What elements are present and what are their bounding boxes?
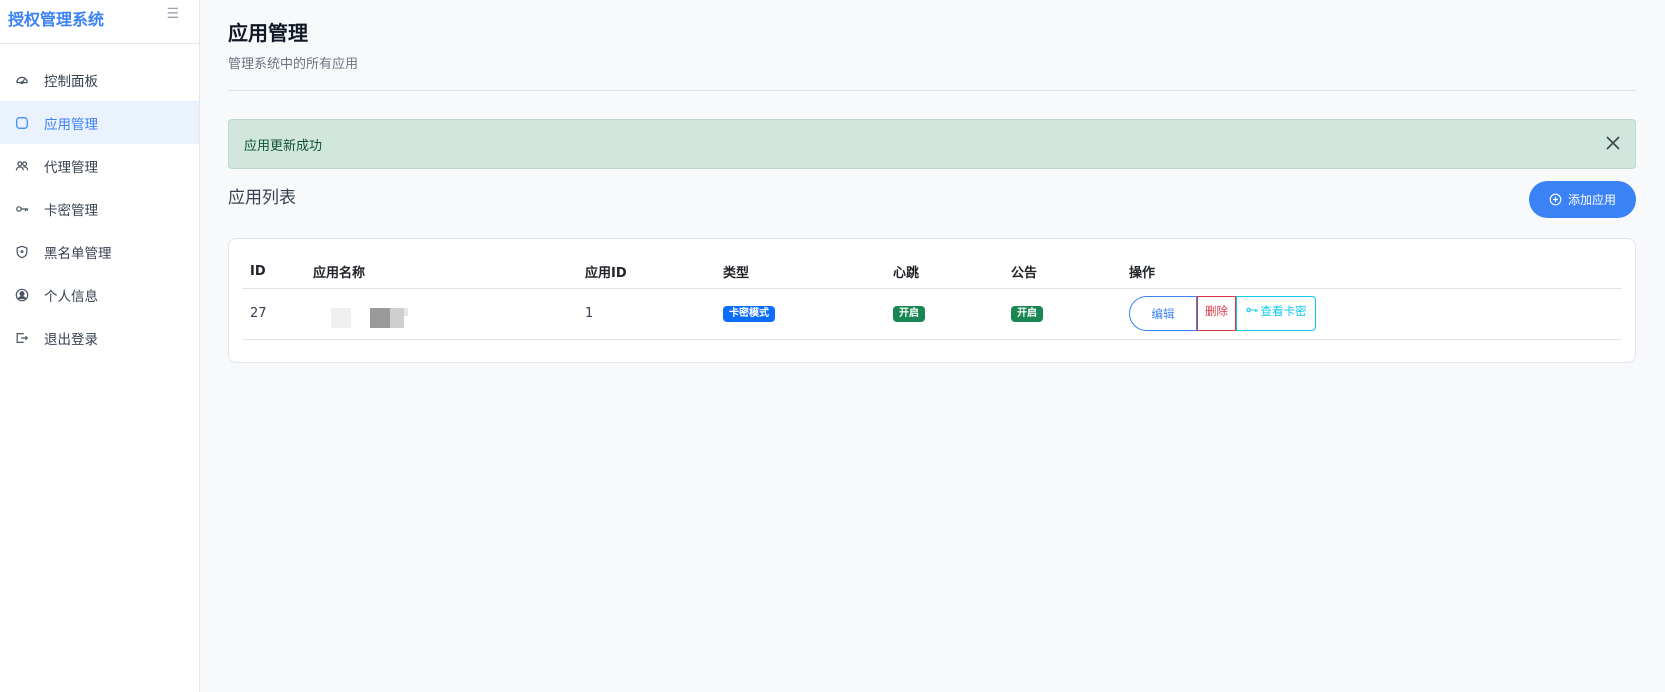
sidebar-item-profile[interactable]: 个人信息 — [0, 273, 199, 316]
app-table-card: ID 应用名称 应用ID 类型 心跳 公告 操作 27 1 卡密模式 开启 开启… — [228, 238, 1636, 363]
notice-badge: 开启 — [1011, 306, 1043, 322]
sidebar: 授权管理系统 ☰ 控制面板 应用管理 代理管理 卡密管理 黑名单管理 个人信息 … — [0, 0, 200, 692]
cell-app-name — [313, 288, 585, 340]
sidebar-item-dashboard[interactable]: 控制面板 — [0, 58, 199, 101]
sidebar-item-blacklist[interactable]: 黑名单管理 — [0, 230, 199, 273]
cell-app-id: 1 — [585, 288, 723, 340]
close-icon[interactable] — [1605, 135, 1623, 153]
key-icon — [14, 201, 30, 217]
cell-notice: 开启 — [1011, 288, 1129, 340]
shield-icon — [14, 244, 30, 260]
column-header-notice: 公告 — [1011, 255, 1129, 289]
list-header: 应用列表 添加应用 — [228, 181, 1636, 218]
column-header-name: 应用名称 — [313, 255, 585, 289]
sidebar-item-label: 控制面板 — [44, 73, 98, 90]
table-row: 27 1 卡密模式 开启 开启 编辑 删除 查看卡密 — [243, 288, 1621, 340]
cell-id: 27 — [243, 288, 313, 340]
main-content: 应用管理 管理系统中的所有应用 应用更新成功 应用列表 添加应用 ID 应用名称… — [228, 0, 1636, 363]
page-title: 应用管理 — [228, 21, 308, 45]
column-header-type: 类型 — [723, 255, 893, 289]
view-keys-button[interactable]: 查看卡密 — [1236, 296, 1316, 331]
redacted-app-name — [313, 304, 413, 328]
list-title: 应用列表 — [228, 188, 296, 208]
sidebar-item-logout[interactable]: 退出登录 — [0, 316, 199, 359]
add-app-button[interactable]: 添加应用 — [1528, 181, 1636, 218]
sidebar-item-label: 个人信息 — [44, 288, 98, 305]
sidebar-item-label: 黑名单管理 — [44, 245, 112, 262]
cell-heartbeat: 开启 — [893, 288, 1011, 340]
alert-message: 应用更新成功 — [244, 138, 323, 154]
menu-lines-icon[interactable]: ☰ — [166, 6, 179, 22]
sidebar-nav: 控制面板 应用管理 代理管理 卡密管理 黑名单管理 个人信息 退出登录 — [0, 58, 199, 359]
edit-button[interactable]: 编辑 — [1129, 296, 1197, 331]
sidebar-item-apps[interactable]: 应用管理 — [0, 101, 199, 144]
column-header-app-id: 应用ID — [585, 255, 723, 289]
brand-bar: 授权管理系统 ☰ — [0, 0, 199, 44]
sidebar-item-agents[interactable]: 代理管理 — [0, 144, 199, 187]
brand-title: 授权管理系统 — [8, 10, 105, 29]
column-header-id: ID — [243, 255, 313, 289]
logout-icon — [14, 330, 30, 346]
view-keys-label: 查看卡密 — [1260, 304, 1307, 318]
add-app-label: 添加应用 — [1567, 193, 1616, 207]
cell-type: 卡密模式 — [723, 288, 893, 340]
sidebar-item-keys[interactable]: 卡密管理 — [0, 187, 199, 230]
sidebar-item-label: 退出登录 — [44, 331, 98, 348]
app-table: ID 应用名称 应用ID 类型 心跳 公告 操作 27 1 卡密模式 开启 开启… — [243, 255, 1621, 340]
header-divider — [228, 90, 1636, 91]
table-header-row: ID 应用名称 应用ID 类型 心跳 公告 操作 — [243, 255, 1621, 289]
sidebar-item-label: 卡密管理 — [44, 202, 98, 219]
sidebar-item-label: 代理管理 — [44, 159, 98, 176]
heartbeat-badge: 开启 — [893, 306, 925, 322]
dashboard-icon — [14, 72, 30, 88]
delete-button[interactable]: 删除 — [1197, 296, 1236, 331]
column-header-heartbeat: 心跳 — [893, 255, 1011, 289]
sidebar-item-label: 应用管理 — [44, 116, 98, 133]
success-alert: 应用更新成功 — [228, 119, 1636, 169]
users-icon — [14, 158, 30, 174]
page-subtitle: 管理系统中的所有应用 — [228, 57, 359, 72]
user-circle-icon — [14, 287, 30, 303]
action-button-group: 编辑 删除 查看卡密 — [1129, 296, 1621, 331]
square-icon — [14, 115, 30, 131]
cell-actions: 编辑 删除 查看卡密 — [1129, 288, 1621, 340]
key-icon — [1245, 307, 1258, 313]
column-header-actions: 操作 — [1129, 255, 1621, 289]
plus-circle-icon — [1549, 193, 1562, 206]
type-badge: 卡密模式 — [723, 306, 775, 322]
